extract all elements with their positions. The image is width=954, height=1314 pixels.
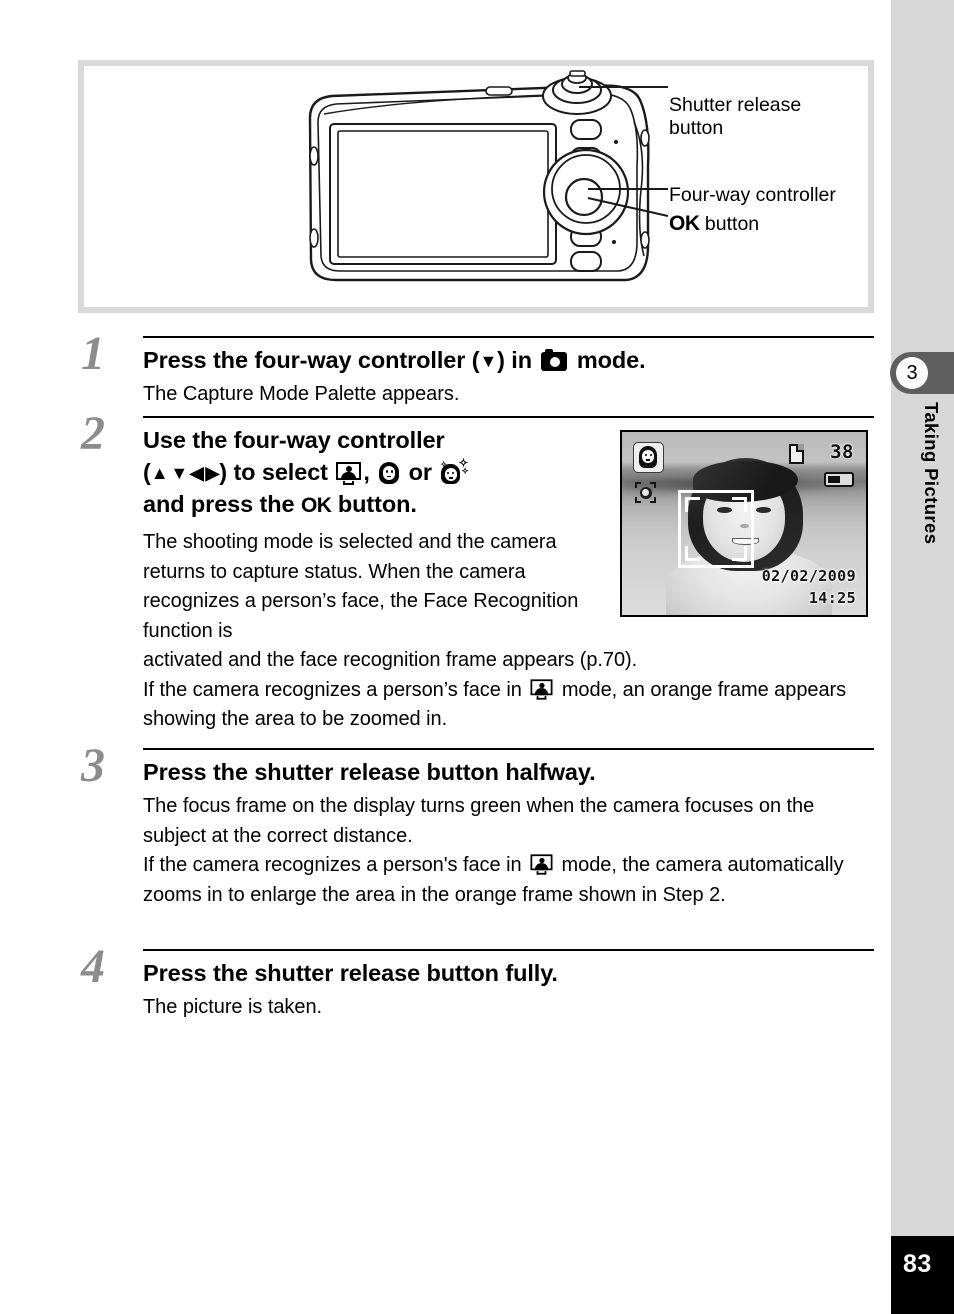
portrait-mode-icon: [378, 462, 400, 485]
step-3-text-b: If the camera recognizes a person's face…: [143, 851, 874, 910]
step-2-text-narrow: The shooting mode is selected and the ca…: [143, 531, 579, 642]
step-3-rule: [143, 748, 874, 750]
lcd-date: 02/02/2009: [761, 567, 856, 585]
page-number-box: 83: [891, 1236, 954, 1314]
chapter-number: 3: [896, 357, 928, 389]
face-recognition-frame: [678, 490, 754, 568]
step-4-body: Press the shutter release button fully. …: [143, 957, 874, 1023]
chapter-title: Taking Pictures: [921, 402, 942, 545]
lcd-face-detection-icon: [635, 482, 656, 503]
step-2-line3-pre: and press the: [143, 491, 301, 517]
down-arrow-icon: ▼: [479, 351, 498, 371]
remaining-shots-count: 38: [830, 441, 854, 463]
step-4-heading: Press the shutter release button fully.: [143, 960, 558, 986]
step-1-heading: Press the four-way controller (▼) in mod…: [143, 344, 874, 376]
frame-corner-bottom-right: [732, 546, 747, 561]
callout-shutter-line2: button: [669, 117, 724, 139]
chapter-sidebar: 3: [890, 0, 954, 1314]
callout-fourway-text: Four-way controller: [669, 184, 836, 206]
callout-shutter-line1: Shutter release: [669, 94, 802, 116]
step-4-number: 4: [81, 940, 105, 993]
step-2-paren-close: ) to select: [219, 459, 335, 485]
step-2-comma: ,: [363, 459, 377, 485]
step-2-rule: [143, 416, 874, 418]
camera-illustration-figure: Shutter release button Four-way controll…: [78, 60, 874, 313]
lcd-preview-image: 38 02/02/2009 14:25: [620, 430, 868, 617]
step-1-body: Press the four-way controller (▼) in mod…: [143, 344, 874, 410]
page-content: Shutter release button Four-way controll…: [0, 0, 891, 1314]
callout-four-way-controller: Four-way controller: [669, 184, 836, 207]
memory-card-icon: [789, 444, 804, 464]
step-3-heading: Press the shutter release button halfway…: [143, 759, 596, 785]
frame-corner-top-left: [685, 497, 700, 512]
step-1-number: 1: [81, 327, 105, 380]
callout-shutter-release: Shutter release button: [669, 94, 801, 140]
step-1-heading-post: mode.: [570, 347, 646, 373]
step-2-heading: Use the four-way controller (▲ ▼ ◀ ▶) to…: [143, 424, 613, 522]
step-3-number: 3: [81, 739, 105, 792]
capture-mode-camera-icon: [541, 348, 568, 371]
down-arrow-icon: ▼: [170, 463, 189, 483]
step-2-text-full-a: activated and the face recognition frame…: [143, 649, 638, 671]
step-1-text: The Capture Mode Palette appears.: [143, 383, 460, 405]
step-3-text-b-pre: If the camera recognizes a person's face…: [143, 854, 528, 876]
natural-skin-tone-mode-icon: ✧ ✧ ✧: [440, 457, 469, 485]
step-4-text: The picture is taken.: [143, 996, 323, 1018]
half-length-portrait-mode-icon: [530, 678, 553, 700]
step-2-text-b-pre: If the camera recognizes a person’s face…: [143, 678, 528, 701]
page-number: 83: [903, 1250, 932, 1278]
battery-level-icon: [824, 472, 854, 487]
chapter-tab: 3: [890, 352, 954, 394]
step-2-heading-line3: and press the OK button.: [143, 488, 613, 522]
callout-ok-suffix: button: [704, 213, 760, 235]
frame-corner-bottom-left: [685, 546, 700, 561]
step-2-line3-post: button.: [331, 491, 417, 517]
step-2-or: or: [402, 459, 439, 485]
step-2-text-full-b: If the camera recognizes a person’s face…: [143, 676, 874, 735]
step-3-text-a: The focus frame on the display turns gre…: [143, 795, 815, 847]
lcd-portrait-mode-icon: [633, 442, 664, 473]
step-3-body: Press the shutter release button halfway…: [143, 756, 874, 910]
up-arrow-icon: ▲: [150, 463, 169, 483]
right-arrow-icon: ▶: [205, 463, 220, 483]
step-1-heading-mid: ) in: [497, 347, 539, 373]
step-1-rule: [143, 336, 874, 338]
half-length-portrait-mode-icon: [336, 462, 362, 485]
ok-glyph: OK: [300, 494, 332, 517]
ok-glyph: OK: [669, 212, 700, 235]
step-1-heading-pre: Press the four-way controller (: [143, 347, 480, 373]
step-2-heading-line1: Use the four-way controller: [143, 427, 445, 453]
lcd-time: 14:25: [808, 589, 856, 607]
callout-ok-button: OK button: [669, 212, 759, 236]
step-2-paren-open: (: [143, 459, 151, 485]
half-length-portrait-mode-icon: [530, 854, 553, 875]
step-2-heading-line2: (▲ ▼ ◀ ▶) to select , or ✧ ✧ ✧: [143, 456, 613, 488]
camera-back-illustration: [308, 70, 668, 282]
step-4-rule: [143, 949, 874, 951]
frame-corner-top-right: [732, 497, 747, 512]
left-arrow-icon: ◀: [189, 463, 204, 483]
step-2-number: 2: [81, 407, 105, 460]
